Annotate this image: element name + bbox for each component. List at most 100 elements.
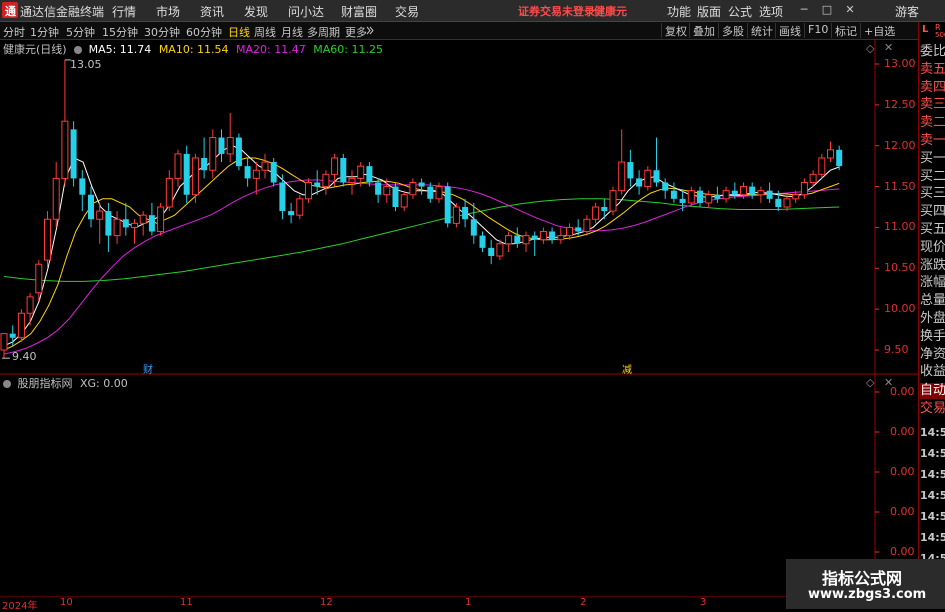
minimize-icon[interactable]: ─ bbox=[795, 1, 813, 19]
menu-faxian[interactable]: 发现 bbox=[244, 3, 268, 20]
tool-duogu[interactable]: 多股 bbox=[718, 23, 744, 38]
candle bbox=[409, 178, 417, 199]
period-60min[interactable]: 60分钟 bbox=[186, 24, 222, 40]
candle-body bbox=[470, 219, 477, 236]
tool-fuquan[interactable]: 复权 bbox=[661, 23, 687, 38]
side-item[interactable]: 交易 bbox=[920, 401, 945, 417]
tool-biaoji[interactable]: 标记 bbox=[831, 23, 857, 38]
period-1min[interactable]: 1分钟 bbox=[30, 24, 59, 40]
side-item[interactable]: 委比 bbox=[920, 44, 945, 60]
candle bbox=[392, 182, 399, 212]
candle-body bbox=[427, 186, 434, 199]
candle bbox=[549, 227, 556, 244]
menu-wenxiaoda[interactable]: 问小达 bbox=[288, 3, 324, 20]
side-item[interactable]: 总量 bbox=[920, 293, 945, 309]
indicator-settings-icon[interactable] bbox=[74, 46, 83, 54]
menu-caifuquan[interactable]: 财富圈 bbox=[341, 3, 377, 20]
side-item[interactable]: 涨跌 bbox=[920, 258, 945, 274]
tool-huaxian[interactable]: 画线 bbox=[775, 23, 801, 38]
candle-body bbox=[331, 157, 339, 175]
menu-jiaoyi[interactable]: 交易 bbox=[395, 3, 419, 20]
login-warning[interactable]: 证券交易未登录 bbox=[518, 3, 595, 19]
candle-body bbox=[514, 235, 521, 244]
tool-f10[interactable]: F10 bbox=[804, 23, 828, 38]
candles bbox=[0, 59, 843, 359]
kline-chart[interactable] bbox=[0, 39, 918, 597]
period-30min[interactable]: 30分钟 bbox=[144, 24, 180, 40]
side-item[interactable]: 现价 bbox=[920, 240, 945, 256]
menu-shichang[interactable]: 市场 bbox=[156, 3, 180, 20]
menu-zixun[interactable]: 资讯 bbox=[200, 3, 224, 20]
menu-xuanxiang[interactable]: 选项 bbox=[759, 3, 783, 20]
tool-diejia[interactable]: 叠加 bbox=[689, 23, 715, 38]
period-fenshi[interactable]: 分时 bbox=[3, 24, 25, 40]
candle bbox=[0, 333, 8, 359]
tool-zixuan[interactable]: +自选 bbox=[860, 23, 895, 38]
price-axis-label: 12.50 bbox=[884, 97, 916, 111]
candle-body bbox=[609, 190, 617, 212]
side-item[interactable]: 换手 bbox=[920, 329, 945, 345]
date-label: 2024年 bbox=[2, 601, 38, 612]
side-item[interactable]: 卖五 bbox=[920, 62, 945, 78]
side-item[interactable]: 卖一 bbox=[920, 133, 945, 149]
candle-body bbox=[731, 190, 738, 195]
side-item[interactable]: 买二 bbox=[920, 169, 945, 185]
period-more[interactable]: 更多 bbox=[345, 24, 367, 40]
candle-body bbox=[583, 218, 591, 233]
menu-gongshi[interactable]: 公式 bbox=[728, 3, 752, 20]
side-item[interactable]: 买三 bbox=[920, 186, 945, 202]
side-item[interactable]: 卖二 bbox=[920, 115, 945, 131]
tool-tongji[interactable]: 统计 bbox=[747, 23, 773, 38]
time-entry: 14:56 bbox=[920, 489, 945, 502]
candle bbox=[252, 162, 260, 195]
side-item[interactable]: 涨幅 bbox=[920, 275, 945, 291]
side-item[interactable]: 外盘 bbox=[920, 311, 945, 327]
candle-body bbox=[418, 182, 425, 187]
candle bbox=[514, 227, 521, 248]
candle-body bbox=[809, 173, 817, 183]
period-15min[interactable]: 15分钟 bbox=[102, 24, 138, 40]
candle-body bbox=[340, 157, 347, 183]
menu-hangqing[interactable]: 行情 bbox=[112, 3, 136, 20]
candle-body bbox=[383, 186, 391, 196]
candle-body bbox=[792, 194, 800, 200]
candle bbox=[766, 182, 773, 203]
candle-body bbox=[522, 235, 530, 245]
side-item[interactable]: 买四 bbox=[920, 204, 945, 220]
sub-settings-icon[interactable]: ◇ bbox=[866, 376, 874, 389]
candle bbox=[479, 231, 486, 252]
close-icon[interactable]: ✕ bbox=[841, 1, 859, 19]
menu-gongneng[interactable]: 功能 bbox=[667, 3, 691, 20]
side-item[interactable]: 卖四 bbox=[920, 80, 945, 96]
annotation-jian[interactable]: 减 bbox=[622, 361, 632, 376]
side-item[interactable]: 卖三 bbox=[920, 97, 945, 113]
candle bbox=[836, 145, 843, 171]
ma5-line bbox=[3, 145, 840, 347]
side-item[interactable]: 收益 bbox=[920, 364, 945, 380]
side-item[interactable]: 买五 bbox=[920, 222, 945, 238]
double-chevron-right-icon[interactable] bbox=[366, 26, 374, 35]
chart-settings-icon[interactable]: ◇ bbox=[866, 42, 874, 55]
candle-body bbox=[644, 169, 652, 188]
period-5min[interactable]: 5分钟 bbox=[66, 24, 95, 40]
candle bbox=[261, 153, 269, 179]
side-item[interactable]: 净资 bbox=[920, 347, 945, 363]
candle bbox=[575, 219, 582, 236]
candle-body bbox=[88, 194, 94, 220]
candle bbox=[375, 178, 382, 203]
candle bbox=[749, 182, 756, 199]
period-monthly[interactable]: 月线 bbox=[281, 24, 303, 40]
period-multi[interactable]: 多周期 bbox=[307, 24, 340, 40]
chart-close-icon[interactable]: ✕ bbox=[884, 41, 893, 54]
maximize-icon[interactable]: □ bbox=[818, 1, 836, 19]
candle-body bbox=[479, 235, 486, 248]
annotation-cai[interactable]: 财 bbox=[143, 361, 153, 376]
period-weekly[interactable]: 周线 bbox=[254, 24, 276, 40]
guest-label[interactable]: 游客 bbox=[895, 3, 919, 20]
side-item[interactable]: 自动 bbox=[920, 383, 945, 399]
menu-banmian[interactable]: 版面 bbox=[697, 3, 721, 20]
date-label: 10 bbox=[60, 597, 73, 608]
sub-indicator-icon[interactable] bbox=[3, 380, 11, 388]
side-item[interactable]: 买一 bbox=[920, 151, 945, 167]
period-daily[interactable]: 日线 bbox=[228, 24, 250, 40]
